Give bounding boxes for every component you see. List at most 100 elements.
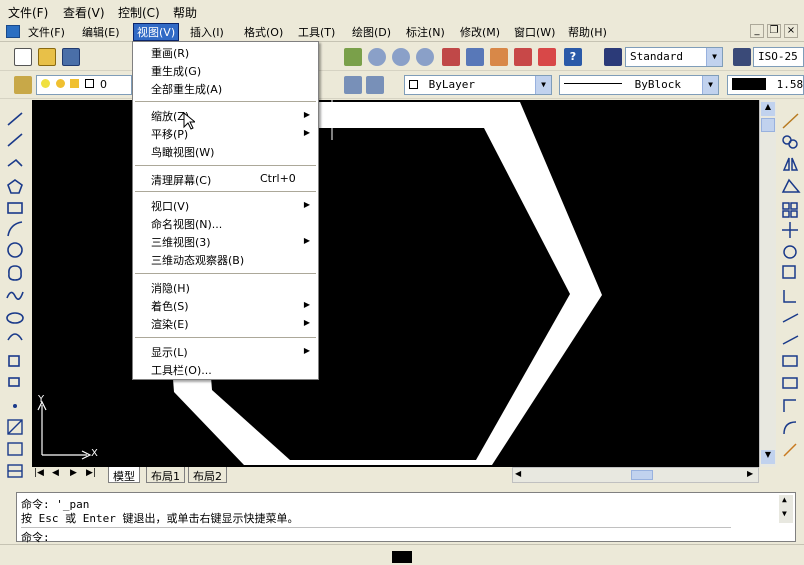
menu-view[interactable]: 视图(V) — [133, 23, 180, 41]
tab-first-icon[interactable]: |◀ — [34, 468, 44, 478]
text-style-select[interactable]: Standard ▼ — [625, 47, 723, 67]
tab-prev-icon[interactable]: ◀ — [52, 468, 59, 478]
submenu-arrow-icon: ▶ — [303, 200, 310, 209]
array-icon — [782, 202, 790, 210]
chevron-down-icon[interactable]: ▼ — [702, 76, 718, 94]
help-icon[interactable]: ? — [564, 48, 582, 66]
menu-item-named-views[interactable]: 命名视图(N)... — [151, 216, 222, 232]
pan-realtime-icon[interactable] — [344, 48, 362, 66]
layer-select[interactable]: 0 — [36, 75, 132, 95]
menu-item-3d-orbit[interactable]: 三维动态观察器(B) — [151, 252, 244, 268]
menu-item-clean-screen[interactable]: 清理屏幕(C) — [151, 172, 211, 188]
menu-item-regen-all[interactable]: 全部重生成(A) — [151, 81, 222, 97]
tool-palette-icon[interactable] — [490, 48, 508, 66]
menu-item-shade[interactable]: 着色(S) — [151, 298, 189, 314]
layer-previous-icon[interactable] — [366, 76, 384, 94]
submenu-arrow-icon: ▶ — [303, 128, 310, 137]
layer-manager-icon[interactable] — [14, 76, 32, 94]
app-menu-help[interactable]: 帮助 — [173, 4, 197, 21]
menu-separator — [135, 337, 316, 338]
menu-tools[interactable]: 工具(T) — [298, 24, 335, 40]
command-window[interactable]: 命令: '_pan 按 Esc 或 Enter 键退出，或单击右键显示快捷菜单。… — [16, 492, 796, 545]
spline-icon — [6, 291, 24, 300]
trim-icon — [782, 313, 799, 323]
tab-last-icon[interactable]: ▶| — [86, 468, 96, 478]
menu-file[interactable]: 文件(F) — [28, 24, 65, 40]
color-select[interactable]: ByLayer ▼ — [404, 75, 552, 95]
make-layer-current-icon[interactable] — [344, 76, 362, 94]
open-icon[interactable] — [38, 48, 56, 66]
save-icon[interactable] — [62, 48, 80, 66]
tab-model[interactable]: 模型 — [108, 467, 140, 483]
vertical-scrollbar[interactable]: ▲ ▼ — [759, 100, 776, 467]
menu-draw[interactable]: 绘图(D) — [352, 24, 391, 40]
cmd-scroll-down-icon[interactable]: ▼ — [782, 509, 787, 518]
menu-item-3d-views[interactable]: 三维视图(3) — [151, 234, 211, 250]
modify-toolbar — [778, 100, 804, 465]
menu-edit[interactable]: 编辑(E) — [82, 24, 120, 40]
markup-icon[interactable] — [514, 48, 532, 66]
properties-icon[interactable] — [442, 48, 460, 66]
tab-layout2[interactable]: 布局2 — [188, 467, 227, 483]
menu-item-aerial-view[interactable]: 鸟瞰视图(W) — [151, 144, 214, 160]
app-icon — [6, 25, 20, 38]
lineweight-select[interactable]: 1.58 — [727, 75, 804, 95]
zoom-previous-icon[interactable] — [416, 48, 434, 66]
scroll-right-icon[interactable]: ▶ — [747, 469, 753, 478]
break-icon — [782, 355, 798, 367]
text-style-icon[interactable] — [604, 48, 622, 66]
scroll-left-icon[interactable]: ◀ — [515, 469, 521, 478]
rectangle-icon — [7, 202, 23, 214]
minimize-button[interactable]: _ — [750, 24, 764, 38]
command-prompt[interactable]: 命令: — [21, 527, 731, 545]
new-icon[interactable] — [14, 48, 32, 66]
menu-item-viewports[interactable]: 视口(V) — [151, 198, 189, 214]
zoom-realtime-icon[interactable] — [368, 48, 386, 66]
menu-format[interactable]: 格式(O) — [244, 24, 283, 40]
dim-style-select[interactable]: ISO-25 — [753, 47, 804, 67]
chevron-down-icon[interactable]: ▼ — [535, 76, 551, 94]
close-button[interactable]: × — [784, 24, 798, 38]
tab-layout1[interactable]: 布局1 — [146, 467, 185, 483]
menu-help[interactable]: 帮助(H) — [568, 24, 607, 40]
hscroll-thumb[interactable] — [631, 470, 653, 480]
menu-item-redraw[interactable]: 重画(R) — [151, 45, 189, 61]
ucs-y-label: Y — [38, 394, 45, 405]
restore-button[interactable]: ❐ — [767, 24, 781, 38]
menu-separator — [135, 273, 316, 274]
design-center-icon[interactable] — [466, 48, 484, 66]
layout-tabs: |◀ ◀ ▶ ▶| 模型 布局1 布局2 — [32, 467, 512, 483]
scroll-down-icon[interactable]: ▼ — [761, 450, 775, 464]
calc-icon[interactable] — [538, 48, 556, 66]
dim-style-icon[interactable] — [733, 48, 751, 66]
polygon-icon — [7, 179, 23, 194]
command-scrollbar[interactable]: ▲ ▼ — [779, 495, 793, 523]
app-menu-view[interactable]: 查看(V) — [63, 4, 105, 21]
scroll-up-icon[interactable]: ▲ — [761, 102, 775, 116]
lineweight-sample-icon — [732, 78, 766, 90]
menu-item-regen[interactable]: 重生成(G) — [151, 63, 201, 79]
horizontal-scrollbar[interactable]: ◀ ▶ — [512, 467, 759, 483]
zoom-window-icon[interactable] — [392, 48, 410, 66]
scroll-thumb[interactable] — [761, 118, 775, 132]
menu-window[interactable]: 窗口(W) — [514, 24, 555, 40]
app-menu-control[interactable]: 控制(C) — [118, 4, 160, 21]
menu-dimension[interactable]: 标注(N) — [406, 24, 445, 40]
layer-color-icon — [84, 79, 94, 88]
ellipse-icon — [6, 312, 24, 324]
menu-item-toolbars[interactable]: 工具栏(O)... — [151, 362, 212, 378]
app-menu-file[interactable]: 文件(F) — [8, 4, 48, 21]
menu-item-display[interactable]: 显示(L) — [151, 344, 188, 360]
menu-modify[interactable]: 修改(M) — [460, 24, 500, 40]
tab-next-icon[interactable]: ▶ — [70, 468, 77, 478]
linetype-select[interactable]: ByBlock ▼ — [559, 75, 719, 95]
arc-icon — [7, 221, 23, 237]
explode-icon — [783, 443, 797, 457]
menu-item-hide[interactable]: 消隐(H) — [151, 280, 190, 296]
menu-insert[interactable]: 插入(I) — [190, 24, 224, 40]
chevron-down-icon[interactable]: ▼ — [706, 48, 722, 66]
revision-cloud-icon — [8, 265, 22, 281]
menu-item-render[interactable]: 渲染(E) — [151, 316, 189, 332]
color-value: ByLayer — [428, 78, 475, 91]
cmd-scroll-up-icon[interactable]: ▲ — [782, 495, 787, 504]
